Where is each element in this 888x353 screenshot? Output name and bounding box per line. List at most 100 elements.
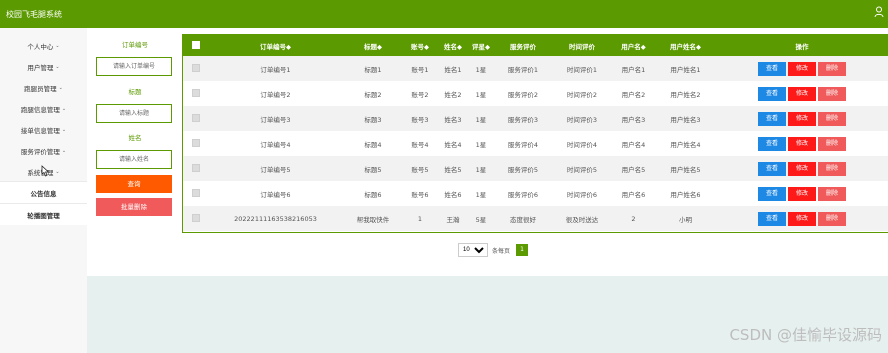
row-checkbox[interactable] [191,138,200,147]
table-cell: 时间评价2 [566,90,598,99]
column-header[interactable]: 用户姓名◆ [656,35,715,56]
table-cell: 标题1 [364,65,382,74]
delete-button[interactable]: 删除 [818,136,846,151]
row-checkbox[interactable] [191,88,200,97]
table-cell: 2 [631,214,636,223]
edit-button[interactable]: 修改 [788,136,816,151]
table-cell: 小明 [679,215,692,224]
table-header-row: 订单编号◆ 标题◆ 账号◆ 姓名◆ 评星◆ 服务评价 时间评价 用户名◆ 用户姓… [183,35,888,56]
table-cell: 姓名6 [444,190,462,199]
delete-button[interactable]: 删除 [818,161,846,176]
table-row: 订单编号6 标题6 账号6 姓名6 1星 服务评价6 时间评价6 用户名6 用户姓名6 查看 修改删… [183,181,888,206]
bulk-delete-button[interactable]: 批量删除 [96,198,172,216]
filter-panel: 订单编号 请输入订单编号 标题 请输入标题 姓名 请输入姓名 查询 批量删除 [92,28,178,268]
delete-button[interactable]: 删除 [818,111,846,126]
view-button[interactable]: 查看 [758,136,786,151]
row-checkbox[interactable] [191,213,200,222]
chevron-down-icon: ⌄ [55,169,60,175]
table-cell: 服务评价3 [507,115,539,124]
sidebar-item-label: 跑腿信息管理 [20,106,60,114]
sidebar-item-personal-center[interactable]: 个人中心 ⌄ [0,36,87,56]
table-cell: 用户名5 [621,165,646,174]
table-cell: 用户姓名2 [670,90,701,99]
view-button[interactable]: 查看 [758,211,786,226]
row-actions: 查看 修改 删除 [715,206,888,231]
title-label: 标题 [128,88,142,96]
edit-button[interactable]: 修改 [788,86,816,101]
column-header[interactable]: 账号◆ [403,35,437,56]
cursor-icon [41,165,50,177]
row-checkbox[interactable] [191,163,200,172]
edit-button[interactable]: 修改 [788,161,816,176]
title-input[interactable]: 请输入标题 [96,104,172,123]
view-button[interactable]: 查看 [758,86,786,101]
delete-button[interactable]: 删除 [818,211,846,226]
table-cell: 5星 [475,215,487,224]
sidebar-item-courier-management[interactable]: 跑腿员管理 ⌄ [0,78,87,98]
sidebar-item-announcements[interactable]: 公告信息 [0,181,87,203]
table-cell: 用户姓名6 [670,190,701,199]
table-cell: 服务评价5 [507,165,539,174]
row-checkbox[interactable] [191,113,200,122]
table-cell: 用户名4 [621,140,646,149]
sidebar-item-errand-info[interactable]: 跑腿信息管理 ⌄ [0,99,87,119]
column-header[interactable]: 评星◆ [469,35,493,56]
table-cell: 用户姓名3 [670,115,701,124]
page-number-button[interactable]: 1 [516,244,529,256]
view-button[interactable]: 查看 [758,61,786,76]
sidebar-item-label: 服务评价管理 [20,148,60,156]
column-header: 操作 [795,42,809,51]
table-row: 订单编号5 标题5 账号5 姓名5 1星 服务评价5 时间评价5 用户名5 用户姓名5 查看 修改删… [183,156,888,181]
view-button[interactable]: 查看 [758,186,786,201]
footer-panel: CSDN @佳愉毕设源码 [87,276,888,353]
order-number-label: 订单编号 [122,41,148,49]
edit-button[interactable]: 修改 [788,186,816,201]
sidebar-item-carousel-management[interactable]: 轮播图管理 [0,203,87,225]
table-row: 订单编号1 标题1 账号1 姓名1 1星 服务评价1 时间评价1 用户名1 用户姓名1 查看 修改删… [183,56,888,81]
view-button[interactable]: 查看 [758,111,786,126]
column-header[interactable]: 订单编号◆ [208,35,343,56]
table-cell: 标题2 [364,90,382,99]
sidebar-item-label: 个人中心 [27,43,54,51]
select-all-checkbox[interactable] [191,40,200,49]
table-cell: 姓名4 [444,140,462,149]
edit-button[interactable]: 修改 [788,211,816,226]
table-cell: 时间评价5 [566,165,598,174]
search-button[interactable]: 查询 [96,175,172,193]
column-header[interactable]: 用户名◆ [611,35,656,56]
order-number-input[interactable]: 请输入订单编号 [96,57,172,76]
watermark: CSDN @佳愉毕设源码 [729,326,882,344]
sidebar-item-label: 接单信息管理 [20,127,60,135]
page-size-select[interactable]: 10 [458,243,488,257]
delete-button[interactable]: 删除 [818,86,846,101]
table-cell: 账号1 [411,65,429,74]
user-icon[interactable] [874,6,884,18]
sidebar-item-label: 跑腿员管理 [24,85,57,93]
column-header[interactable]: 姓名◆ [437,35,469,56]
sidebar: 个人中心 ⌄ 用户管理 ⌄ 跑腿员管理 ⌄ 跑腿信息管理 ⌄ 接单信息管理 ⌄ 服务评价管… [0,28,87,353]
table-cell: 账号5 [411,165,429,174]
sidebar-item-order-info[interactable]: 接单信息管理 ⌄ [0,120,87,140]
edit-button[interactable]: 修改 [788,111,816,126]
table-cell: 1星 [475,65,487,74]
row-checkbox[interactable] [191,188,200,197]
table-cell: 1 [417,214,423,223]
table-cell: 标题5 [364,165,382,174]
row-actions: 查看 修改 删除 [715,181,888,206]
app-title: 校园飞毛腿系统 [6,10,62,19]
name-input[interactable]: 请输入姓名 [96,150,172,169]
table-row: 订单编号2 标题2 账号2 姓名2 1星 服务评价2 时间评价2 用户名2 用户姓名2 查看 修改删… [183,81,888,106]
table-cell: 账号3 [411,115,429,124]
table-cell: 时间评价4 [566,140,598,149]
delete-button[interactable]: 删除 [818,61,846,76]
delete-button[interactable]: 删除 [818,186,846,201]
edit-button[interactable]: 修改 [788,61,816,76]
sidebar-item-service-review[interactable]: 服务评价管理 ⌄ [0,141,87,161]
top-bar: 校园飞毛腿系统 [0,0,888,28]
sidebar-item-user-management[interactable]: 用户管理 ⌄ [0,57,87,77]
row-checkbox[interactable] [191,63,200,72]
column-header[interactable]: 标题◆ [343,35,403,56]
chevron-down-icon: ⌄ [55,43,60,49]
table-cell: 用户姓名4 [670,140,701,149]
view-button[interactable]: 查看 [758,161,786,176]
